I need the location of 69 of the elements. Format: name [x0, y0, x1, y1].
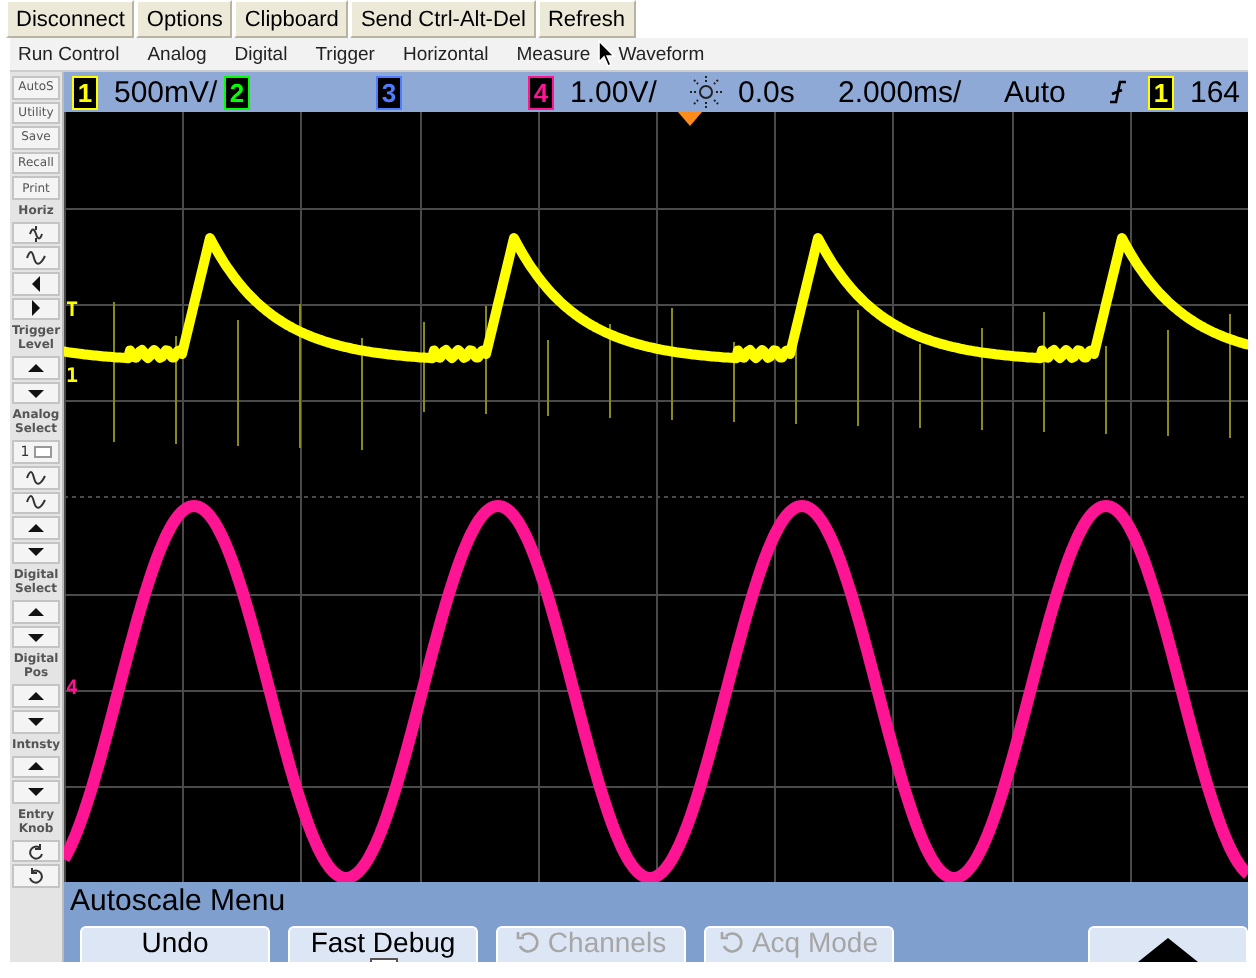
trigger-level: 164 — [1190, 75, 1241, 109]
menu-item[interactable]: Waveform — [618, 43, 705, 65]
cycle-icon — [515, 930, 542, 956]
toolbar-button[interactable]: Disconnect — [6, 0, 135, 38]
up-arrow-icon — [26, 359, 46, 376]
up-arrow-icon — [26, 758, 46, 775]
up-arrow-icon — [26, 688, 46, 705]
side-button[interactable] — [12, 600, 60, 624]
menu-item[interactable]: Measure — [516, 43, 591, 65]
side-button[interactable] — [12, 864, 60, 888]
channel-badge[interactable]: 1 — [72, 75, 98, 109]
up-arrow-icon — [26, 604, 46, 621]
toolbar-button[interactable]: Options — [136, 0, 233, 38]
side-button[interactable] — [12, 541, 60, 565]
rotate-right-icon — [26, 868, 46, 885]
side-button[interactable] — [12, 491, 60, 515]
toolbar-button[interactable]: Send Ctrl-Alt-Del — [350, 0, 536, 38]
side-button[interactable] — [12, 272, 60, 296]
trigger-position-marker[interactable] — [678, 112, 702, 126]
menu-item[interactable]: Digital — [234, 43, 288, 65]
side-button[interactable] — [12, 221, 60, 245]
channel-marker[interactable]: 1 — [66, 366, 79, 388]
wave-icon — [26, 225, 46, 242]
mouse-pointer-icon — [598, 40, 616, 68]
channel-badge[interactable]: 4 — [528, 75, 554, 109]
up-arrow-icon — [1138, 934, 1198, 962]
side-button[interactable] — [12, 356, 60, 380]
menu-item[interactable]: Horizontal — [402, 43, 489, 65]
side-button[interactable] — [12, 684, 60, 708]
softkey-button[interactable]: Fast Debug — [288, 926, 478, 962]
menu-title: Autoscale Menu — [68, 882, 288, 920]
down-arrow-icon — [26, 544, 46, 561]
trigger-source-badge[interactable]: 1 — [1148, 75, 1174, 109]
side-button[interactable] — [12, 709, 60, 734]
side-button[interactable] — [12, 465, 60, 490]
side-button[interactable] — [12, 381, 60, 405]
time-offset: 0.0s — [738, 75, 797, 109]
timebase: 2.000ms/ — [838, 75, 964, 109]
rotate-left-icon — [26, 843, 46, 859]
side-button[interactable] — [12, 297, 60, 321]
side-button[interactable] — [12, 780, 60, 804]
channel-scale: 500mV/ — [114, 75, 218, 109]
side-button[interactable] — [12, 839, 60, 863]
menu-item[interactable]: Run Control — [18, 43, 120, 65]
down-arrow-icon — [26, 385, 46, 402]
up-arrow-icon — [26, 519, 46, 536]
toolbar-button[interactable]: Refresh — [537, 0, 635, 38]
wave-icon — [26, 250, 46, 267]
rising-edge-icon — [1108, 76, 1128, 108]
down-arrow-icon — [26, 713, 46, 730]
down-arrow-icon — [26, 783, 46, 800]
right-arrow-icon — [26, 300, 46, 317]
menu-item[interactable]: Analog — [147, 43, 207, 65]
trigger-mode: Auto — [1004, 75, 1068, 109]
side-button[interactable] — [12, 755, 60, 779]
down-arrow-icon — [26, 629, 46, 646]
channel-badge[interactable]: 3 — [376, 75, 402, 109]
toolbar-button[interactable]: Clipboard — [234, 0, 349, 38]
menu-item[interactable]: Trigger — [315, 43, 375, 65]
softkey-button[interactable]: Undo — [80, 926, 270, 962]
cycle-icon — [719, 930, 746, 956]
acquisition-icon — [690, 76, 722, 108]
channel-marker[interactable]: T — [66, 300, 79, 322]
side-button[interactable] — [12, 246, 60, 271]
channel-scale: 1.00V/ — [570, 75, 657, 109]
side-button[interactable] — [12, 625, 60, 649]
channel-badge[interactable]: 2 — [224, 75, 250, 109]
side-button[interactable] — [12, 516, 60, 540]
channel-marker[interactable]: 4 — [66, 678, 79, 700]
